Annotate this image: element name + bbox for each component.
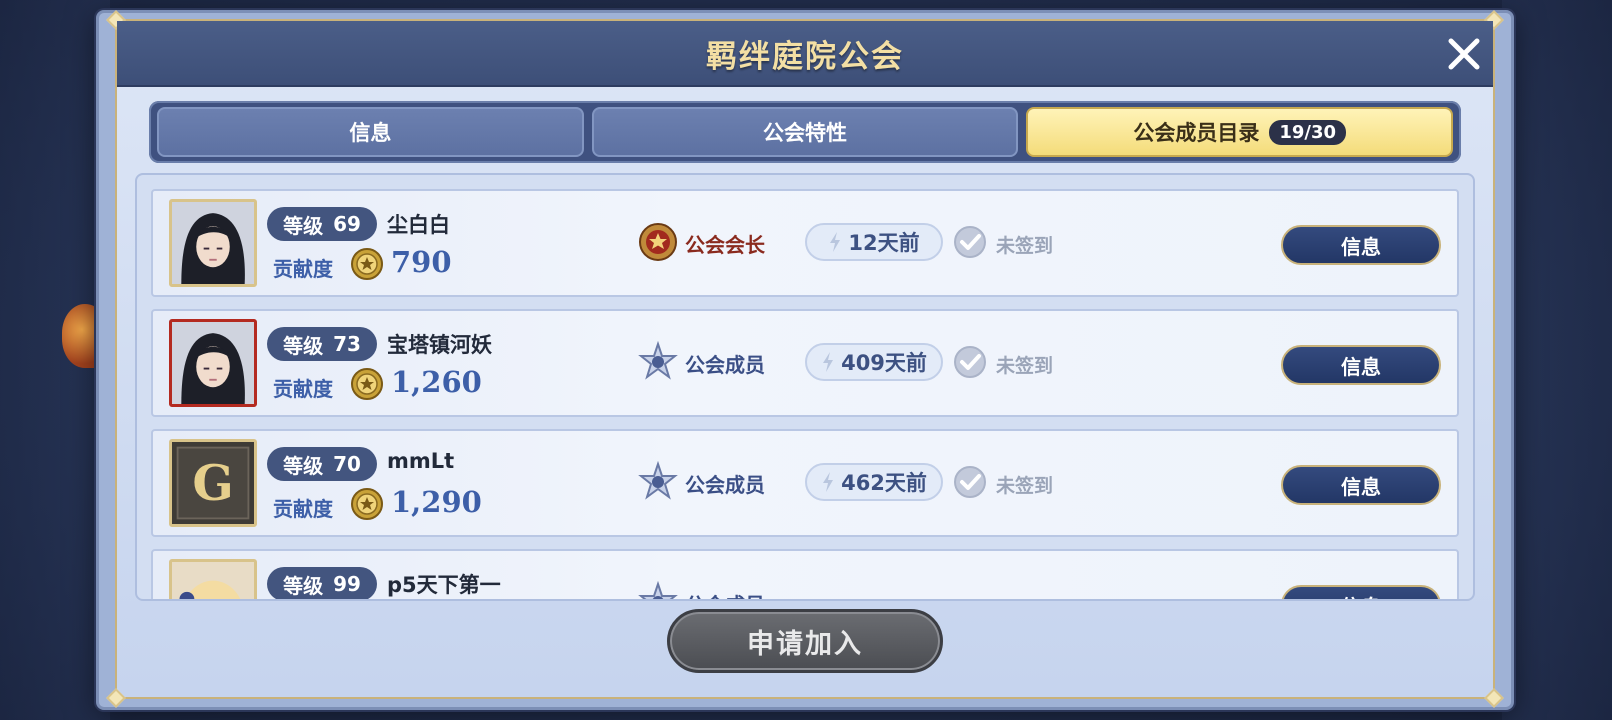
- level-badge: 等级 70: [267, 447, 377, 481]
- member-info-button[interactable]: 信息: [1281, 465, 1441, 505]
- last-login-badge: 462天前: [805, 463, 943, 501]
- checkin-status: 未签到: [996, 355, 1054, 377]
- close-button[interactable]: [1443, 33, 1485, 75]
- guild-leader-icon: [639, 223, 677, 261]
- member-row: G 等级 70 mmLt 贡献度 1,290 公会成员 462天前 未签到 信息: [151, 429, 1459, 537]
- member-name: p5天下第一: [387, 573, 501, 597]
- tab-label: 公会成员目录: [1133, 121, 1260, 145]
- tab-label: 信息: [349, 121, 392, 145]
- coin-icon: [351, 248, 383, 280]
- lightning-icon: [823, 352, 834, 372]
- tab-bar: 信息 公会特性 公会成员目录 19/30: [149, 101, 1461, 163]
- checkmark-icon: [954, 226, 986, 258]
- contribution-value: 790: [391, 245, 452, 279]
- member-name: mmLt: [387, 449, 455, 473]
- contribution-label: 贡献度: [273, 257, 333, 281]
- close-icon: [1448, 38, 1480, 70]
- level-value: 70: [333, 452, 361, 476]
- blonde-character-portrait: [172, 562, 254, 599]
- level-value: 99: [333, 572, 361, 596]
- level-label: 等级: [283, 213, 324, 238]
- last-login-text: 409天前: [841, 351, 927, 375]
- member-name: 宝塔镇河妖: [387, 333, 492, 357]
- checkin-status: 未签到: [996, 475, 1054, 497]
- dialog-title: 羁绊庭院公会: [706, 38, 904, 75]
- apply-join-button[interactable]: 申请加入: [667, 609, 943, 673]
- member-info-button[interactable]: 信息: [1281, 225, 1441, 265]
- coin-icon: [351, 368, 383, 400]
- level-badge: 等级 73: [267, 327, 377, 361]
- last-login-text: 12天前: [848, 231, 920, 255]
- member-info-button[interactable]: 信息: [1281, 345, 1441, 385]
- corner-ornament-icon: [106, 688, 126, 708]
- level-badge: 等级 69: [267, 207, 377, 241]
- role-label: 公会成员: [685, 589, 765, 599]
- dialog-body: 羁绊庭院公会 信息 公会特性 公会成员目录 19/30 等级 69 尘白白 贡献…: [106, 10, 1504, 708]
- avatar[interactable]: [169, 199, 257, 287]
- role-label: 公会成员: [685, 353, 765, 377]
- background-right: [1502, 0, 1612, 720]
- contribution-label: 贡献度: [273, 377, 333, 401]
- member-row: 等级 99 p5天下第一 贡献度 公会成员 信息: [151, 549, 1459, 600]
- avatar[interactable]: G: [169, 439, 257, 527]
- tab-guild-traits[interactable]: 公会特性: [591, 107, 1019, 157]
- avatar[interactable]: [169, 319, 257, 407]
- tab-info[interactable]: 信息: [157, 107, 584, 157]
- info-button-label: 信息: [1341, 234, 1381, 259]
- guild-member-icon: [638, 581, 678, 599]
- last-login-badge: 409天前: [805, 343, 943, 381]
- checkin-status: 未签到: [996, 235, 1054, 257]
- member-list: 等级 69 尘白白 贡献度 790 公会会长 12天前 未签到 信息 等级 73…: [151, 189, 1459, 600]
- last-login-text: 462天前: [841, 471, 927, 495]
- corner-ornament-icon: [1484, 688, 1504, 708]
- dark-hair-character-portrait: [172, 322, 254, 404]
- level-badge: 等级 99: [267, 567, 377, 599]
- avatar[interactable]: [169, 559, 257, 599]
- level-label: 等级: [283, 573, 324, 598]
- info-button-label: 信息: [1341, 474, 1381, 499]
- info-button-label: 信息: [1341, 591, 1381, 600]
- dark-hair-character-portrait: [172, 202, 254, 284]
- checkmark-icon: [954, 346, 986, 378]
- info-button-label: 信息: [1341, 354, 1381, 379]
- guild-member-icon: [638, 341, 678, 380]
- role-label: 公会会长: [685, 233, 765, 257]
- svg-text:G: G: [192, 456, 233, 512]
- contribution-value: 1,260: [391, 365, 482, 399]
- member-count-badge: 19/30: [1269, 119, 1347, 145]
- guild-dialog: 羁绊庭院公会 信息 公会特性 公会成员目录 19/30 等级 69 尘白白 贡献…: [96, 10, 1514, 710]
- guild-member-icon: [638, 461, 678, 500]
- last-login-badge: 12天前: [805, 223, 943, 261]
- lightning-icon: [830, 232, 841, 252]
- level-value: 73: [333, 332, 361, 356]
- member-row: 等级 69 尘白白 贡献度 790 公会会长 12天前 未签到 信息: [151, 189, 1459, 297]
- member-info-button[interactable]: 信息: [1281, 585, 1441, 600]
- level-value: 69: [333, 212, 361, 236]
- level-label: 等级: [283, 333, 324, 358]
- tab-member-list[interactable]: 公会成员目录 19/30: [1026, 107, 1454, 157]
- contribution-label: 贡献度: [273, 497, 333, 521]
- member-name: 尘白白: [387, 213, 450, 237]
- lightning-icon: [823, 472, 834, 492]
- g-emblem-portrait: G: [172, 442, 254, 524]
- title-bar: 羁绊庭院公会: [117, 21, 1493, 87]
- contribution-value: 1,290: [391, 485, 482, 519]
- coin-icon: [351, 488, 383, 520]
- tab-label: 公会特性: [763, 121, 847, 145]
- member-row: 等级 73 宝塔镇河妖 贡献度 1,260 公会成员 409天前 未签到 信息: [151, 309, 1459, 417]
- checkmark-icon: [954, 466, 986, 498]
- role-label: 公会成员: [685, 473, 765, 497]
- level-label: 等级: [283, 453, 324, 478]
- member-list-frame[interactable]: 等级 69 尘白白 贡献度 790 公会会长 12天前 未签到 信息 等级 73…: [135, 173, 1475, 601]
